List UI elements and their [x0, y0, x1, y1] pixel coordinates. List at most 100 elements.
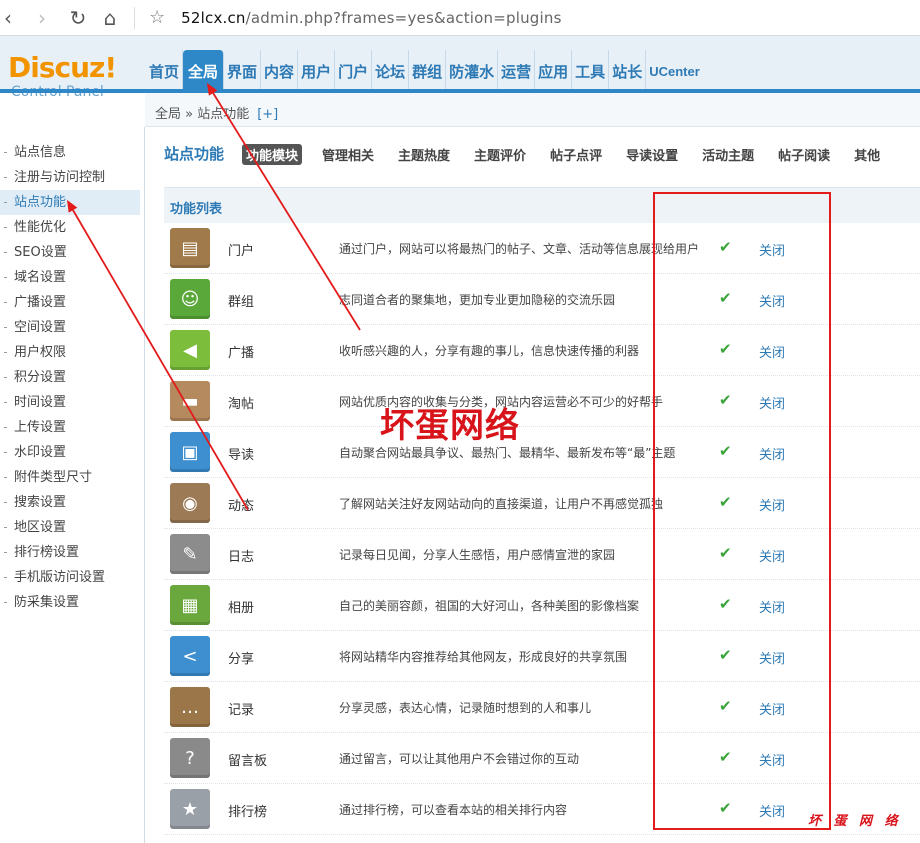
reload-icon[interactable]: ↻ — [64, 4, 92, 32]
blog-icon: ✎ — [170, 534, 210, 574]
rss-feed-icon: ◉ — [170, 483, 210, 523]
module-name: 日志 — [228, 550, 255, 565]
sidebar-menu: 站点信息 注册与访问控制 站点功能 性能优化 SEO设置 域名设置 广播设置 空间设置 用户权限… — [0, 127, 140, 615]
megaphone-icon: ◀ — [170, 330, 210, 370]
sidebar: 站点信息 注册与访问控制 站点功能 性能优化 SEO设置 域名设置 广播设置 空间设置 用户权限… — [0, 127, 140, 843]
breadcrumb-bar: 全局 » 站点功能 [+] — [145, 93, 920, 127]
top-navigation: 首页 全局 界面 内容 用户 门户 论坛 群组 防灌水 运营 应用 工具 站长 UCenter — [146, 50, 703, 90]
topnav-item-11[interactable]: 工具 — [572, 50, 610, 90]
breadcrumb-path: 全局 » 站点功能 — [155, 107, 250, 122]
sidebar-item-18[interactable]: 防采集设置 — [0, 590, 140, 615]
toolbar-divider — [134, 6, 135, 29]
sidebar-item-1[interactable]: 注册与访问控制 — [0, 165, 140, 190]
bookmark-star-icon[interactable]: ☆ — [149, 7, 165, 28]
sidebar-item-11[interactable]: 上传设置 — [0, 415, 140, 440]
module-description: 将网站精华内容推荐给其他网友，形成良好的共享氛围 — [339, 650, 628, 664]
group-icon: ☺ — [170, 279, 210, 319]
sidebar-item-2[interactable]: 站点功能 — [0, 190, 140, 215]
topnav-item-8[interactable]: 防灌水 — [446, 50, 499, 90]
module-name: 动态 — [228, 499, 255, 514]
sidebar-item-6[interactable]: 广播设置 — [0, 290, 140, 315]
topnav-item-12[interactable]: 站长 — [609, 50, 647, 90]
browser-toolbar: ‹ › ↻ ⌂ ☆ 52lcx.cn/admin.php?frames=yes&… — [0, 0, 920, 36]
collection-icon: ▬ — [170, 381, 210, 421]
sidebar-item-9[interactable]: 积分设置 — [0, 365, 140, 390]
watermark-signature: 坏 蛋 网 络 — [808, 814, 902, 829]
sidebar-item-13[interactable]: 附件类型尺寸 — [0, 465, 140, 490]
discuz-logo[interactable]: Discuz! Control Panel — [8, 51, 117, 101]
topnav-item-0[interactable]: 首页 — [146, 50, 184, 90]
module-description: 自己的美丽容颜，祖国的大好河山，各种美图的影像档案 — [339, 599, 640, 613]
logo-title: Discuz! — [8, 51, 117, 84]
module-description: 通过留言，可以让其他用户不会错过你的互动 — [339, 752, 580, 766]
section-title: 站点功能 — [164, 145, 225, 163]
topnav-item-7[interactable]: 群组 — [409, 50, 447, 90]
module-name: 排行榜 — [228, 805, 268, 820]
sub-tabs: 功能模块 管理相关 主题热度 主题评价 帖子点评 导读设置 活动主题 帖子阅读 其他 — [242, 144, 900, 165]
sidebar-item-7[interactable]: 空间设置 — [0, 315, 140, 340]
topnav-item-13[interactable]: UCenter — [646, 50, 703, 90]
sidebar-item-4[interactable]: SEO设置 — [0, 240, 140, 265]
module-name: 分享 — [228, 652, 255, 667]
guide-icon: ▣ — [170, 432, 210, 472]
sidebar-item-3[interactable]: 性能优化 — [0, 215, 140, 240]
sidebar-item-14[interactable]: 搜索设置 — [0, 490, 140, 515]
sidebar-item-16[interactable]: 排行榜设置 — [0, 540, 140, 565]
module-description: 了解网站关注好友网站动向的直接渠道，让用户不再感觉孤独 — [339, 497, 664, 511]
module-description: 分享灵感，表达心情，记录随时想到的人和事儿 — [339, 701, 592, 715]
module-description: 收听感兴趣的人，分享有趣的事儿，信息快速传播的利器 — [339, 344, 640, 358]
forward-arrow-icon[interactable]: › — [28, 4, 56, 32]
back-arrow-icon[interactable]: ‹ — [0, 4, 16, 32]
module-name: 留言板 — [228, 754, 268, 769]
subtab-6[interactable]: 活动主题 — [698, 144, 758, 165]
address-bar[interactable]: 52lcx.cn/admin.php?frames=yes&action=plu… — [181, 9, 561, 27]
album-icon: ▦ — [170, 585, 210, 625]
module-description: 通过排行榜，可以查看本站的相关排行内容 — [339, 803, 568, 817]
module-name: 记录 — [228, 703, 255, 718]
module-name: 门户 — [228, 244, 255, 259]
topnav-item-2[interactable]: 界面 — [224, 50, 262, 90]
module-name: 淘帖 — [228, 397, 255, 412]
module-name: 导读 — [228, 448, 255, 463]
topnav-item-6[interactable]: 论坛 — [372, 50, 410, 90]
module-description: 通过门户，网站可以将最热门的帖子、文章、活动等信息展现给用户 — [339, 242, 700, 256]
home-icon[interactable]: ⌂ — [96, 4, 124, 32]
module-name: 群组 — [228, 295, 255, 310]
subtab-4[interactable]: 帖子点评 — [546, 144, 606, 165]
subtab-8[interactable]: 其他 — [850, 144, 884, 165]
sidebar-item-5[interactable]: 域名设置 — [0, 265, 140, 290]
breadcrumb-expand-button[interactable]: [+] — [257, 107, 278, 122]
highlight-box — [653, 192, 831, 830]
topnav-item-1[interactable]: 全局 — [183, 50, 225, 90]
module-name: 广播 — [228, 346, 255, 361]
module-name: 相册 — [228, 601, 255, 616]
subtab-7[interactable]: 帖子阅读 — [774, 144, 834, 165]
topnav-item-10[interactable]: 应用 — [535, 50, 573, 90]
subtab-3[interactable]: 主题评价 — [470, 144, 530, 165]
ranking-icon: ★ — [170, 789, 210, 829]
topnav-item-9[interactable]: 运营 — [498, 50, 536, 90]
guestbook-icon: ? — [170, 738, 210, 778]
subtab-1[interactable]: 管理相关 — [318, 144, 378, 165]
topnav-item-3[interactable]: 内容 — [261, 50, 299, 90]
sidebar-item-17[interactable]: 手机版访问设置 — [0, 565, 140, 590]
topnav-item-5[interactable]: 门户 — [335, 50, 373, 90]
sidebar-item-8[interactable]: 用户权限 — [0, 340, 140, 365]
module-description: 志同道合者的聚集地，更加专业更加隐秘的交流乐园 — [339, 293, 616, 307]
feature-list-title: 功能列表 — [170, 202, 223, 217]
sidebar-item-10[interactable]: 时间设置 — [0, 390, 140, 415]
sidebar-item-0[interactable]: 站点信息 — [0, 140, 140, 165]
topnav-item-4[interactable]: 用户 — [298, 50, 336, 90]
breadcrumb: 全局 » 站点功能 [+] — [155, 103, 278, 122]
sidebar-item-12[interactable]: 水印设置 — [0, 440, 140, 465]
share-icon: < — [170, 636, 210, 676]
sidebar-divider — [144, 127, 145, 843]
speech-bubble-icon: … — [170, 687, 210, 727]
url-path: /admin.php?frames=yes&action=plugins — [245, 8, 562, 27]
subtab-2[interactable]: 主题热度 — [394, 144, 454, 165]
subtab-5[interactable]: 导读设置 — [622, 144, 682, 165]
sidebar-item-15[interactable]: 地区设置 — [0, 515, 140, 540]
watermark-text: 坏蛋网络 — [380, 406, 520, 446]
subtab-0[interactable]: 功能模块 — [242, 144, 303, 165]
module-description: 记录每日见闻，分享人生感悟，用户感情宣泄的家园 — [339, 548, 616, 562]
